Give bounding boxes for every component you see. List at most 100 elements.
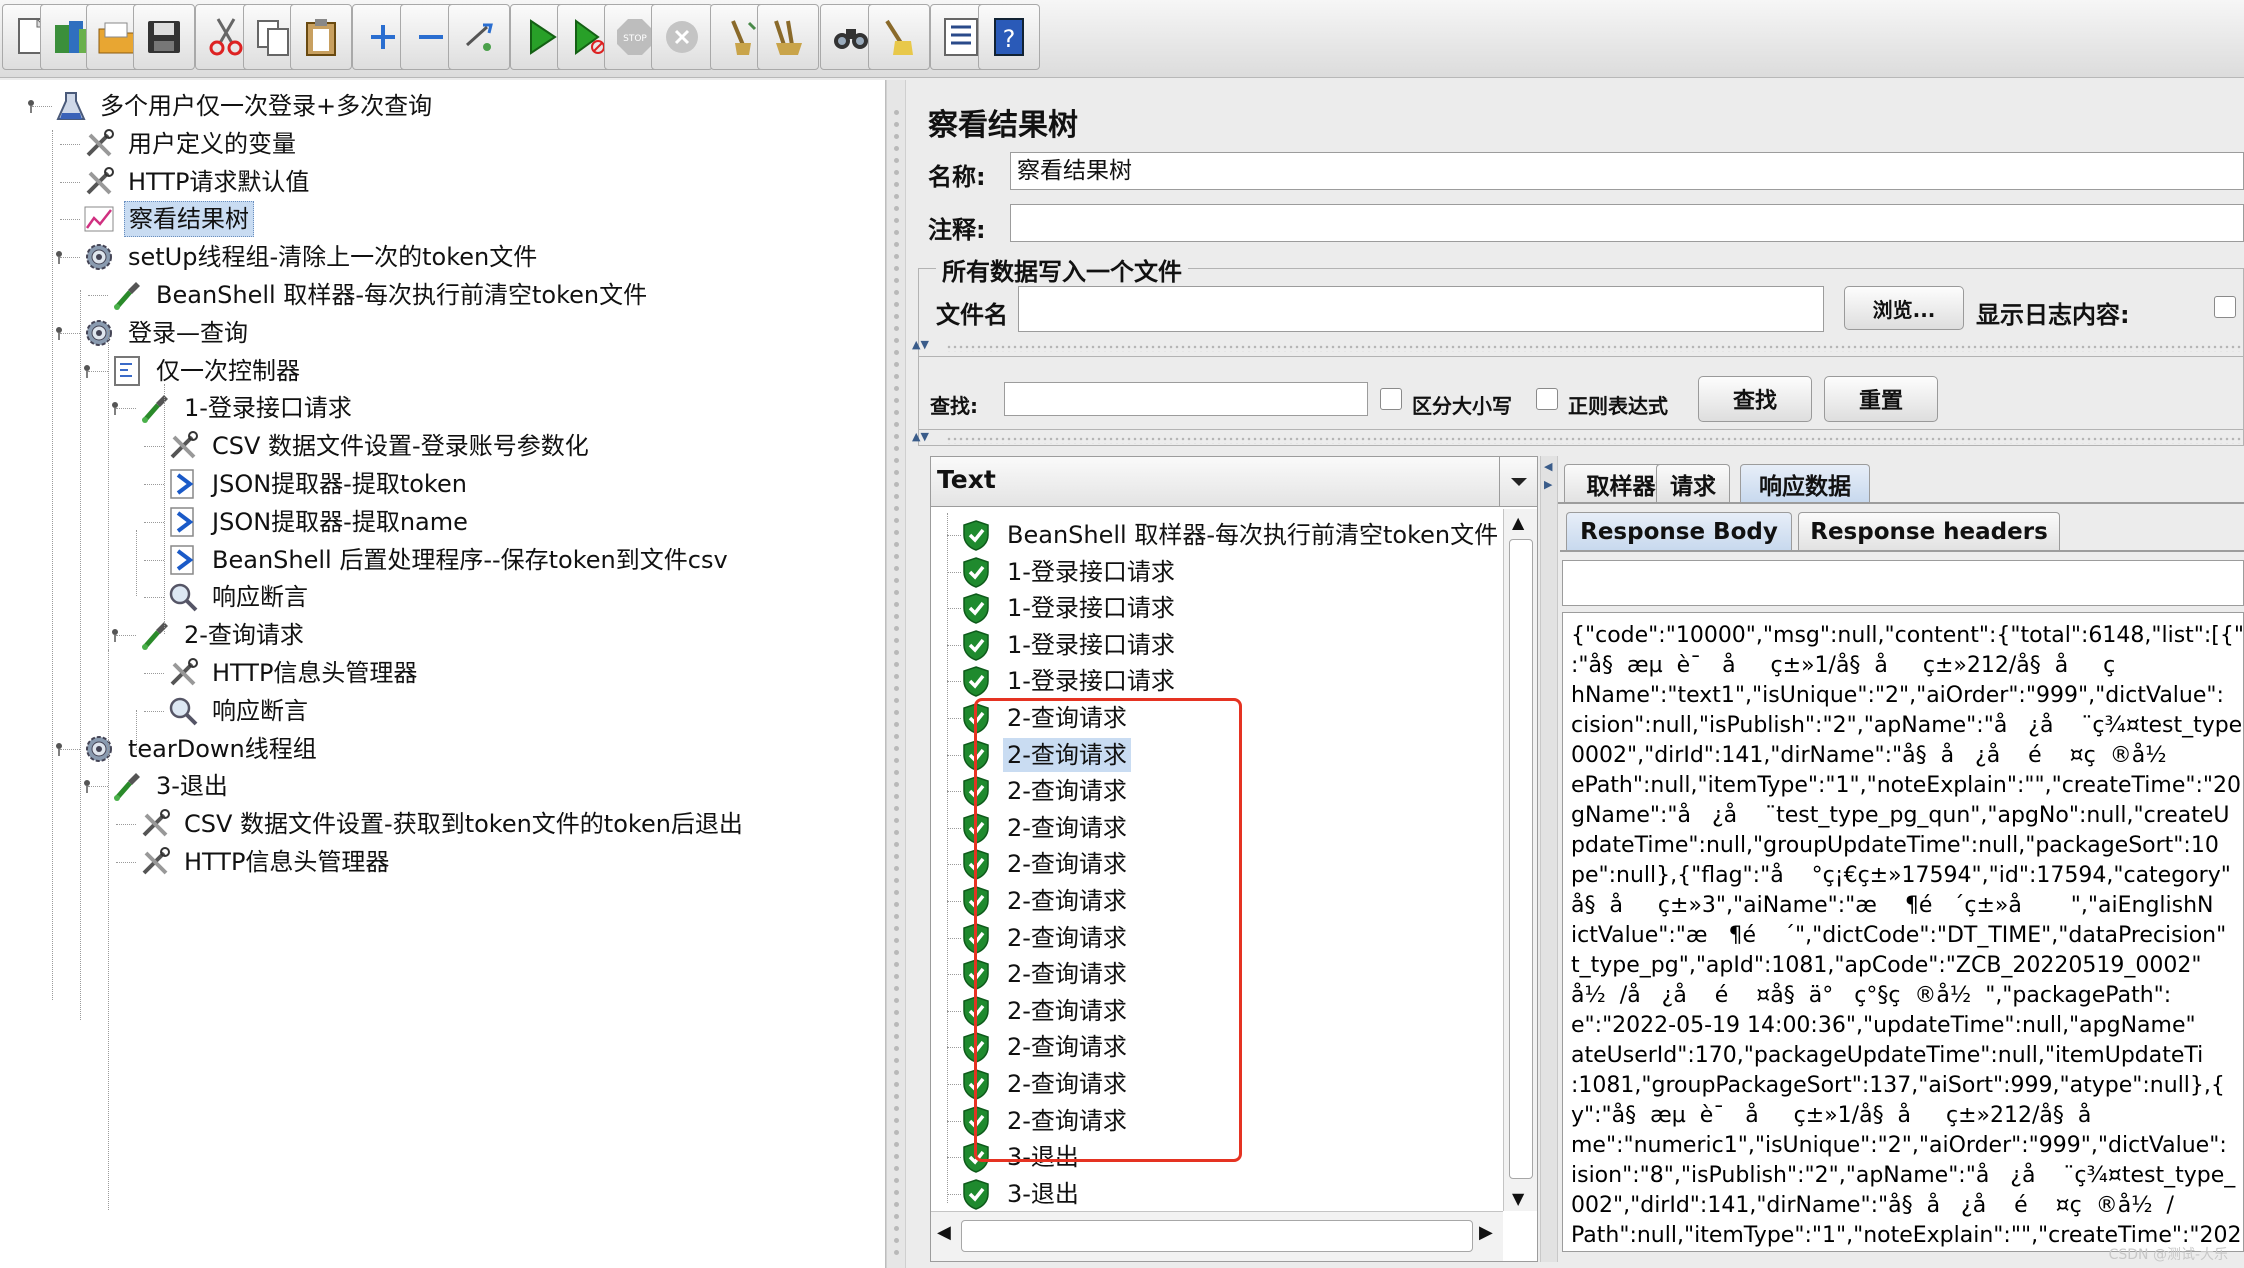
result-item[interactable]: 1-登录接口请求 — [961, 554, 1179, 590]
result-item[interactable]: 1-登录接口请求 — [961, 627, 1179, 663]
reset-button[interactable]: 重置 — [1824, 376, 1938, 422]
tree-toggle-icon[interactable] — [108, 627, 122, 643]
result-item-label: 1-登录接口请求 — [1007, 594, 1175, 623]
watermark: CSDN @测试-大乐 — [2108, 1247, 2228, 1263]
response-line: me":"numeric1","isUnique":"2","aiOrder":… — [1571, 1133, 2227, 1158]
tree-node-label: setUp线程组-清除上一次的token文件 — [128, 243, 538, 272]
tree-node-label: tearDown线程组 — [128, 734, 317, 763]
browse-button[interactable]: 浏览... — [1844, 286, 1964, 330]
result-item[interactable]: 1-登录接口请求 — [961, 663, 1179, 699]
collapse-left-icon[interactable]: ◀ — [1544, 460, 1552, 473]
scroll-up-icon[interactable]: ▲ — [1512, 513, 1524, 532]
function-helper-icon — [944, 18, 978, 56]
tree-node[interactable]: setUp线程组-清除上一次的token文件 — [82, 239, 541, 275]
tree-node[interactable]: BeanShell 取样器-每次执行前清空token文件 — [110, 277, 651, 313]
save-icon — [148, 21, 180, 53]
regex-checkbox[interactable] — [1536, 388, 1558, 410]
splitter-grip — [946, 344, 2244, 352]
gear-icon — [82, 316, 116, 350]
renderer-select[interactable]: Text — [931, 457, 1537, 507]
tree-node[interactable]: 仅一次控制器 — [110, 353, 304, 389]
help-button[interactable]: ? — [978, 4, 1040, 70]
response-line: 002","dirId":141,"dirName":"å§ å ¿å é ¤ç… — [1571, 1193, 2174, 1218]
test-plan-icon — [54, 89, 88, 123]
wrench-icon — [138, 807, 172, 841]
toggle-button[interactable] — [448, 4, 510, 70]
tab-response-headers[interactable]: Response headers — [1798, 512, 2060, 550]
collapse-icon — [419, 35, 443, 39]
clear-all-button[interactable] — [757, 4, 819, 70]
paste-button[interactable] — [290, 4, 352, 70]
comment-field[interactable] — [1010, 204, 2244, 242]
tab-response-body[interactable]: Response Body — [1566, 512, 1792, 550]
tree-node[interactable]: JSON提取器-提取name — [166, 504, 472, 540]
result-vertical-scrollbar[interactable]: ▲ ▼ — [1503, 509, 1537, 1211]
tree-node-label: JSON提取器-提取name — [212, 507, 468, 536]
shutdown-icon — [666, 21, 698, 53]
filename-label: 文件名 — [936, 301, 1008, 329]
main-toolbar: STOP ? — [0, 0, 2244, 78]
tree-node[interactable]: 响应断言 — [166, 693, 312, 729]
response-line: e":"2022-05-19 14:00:36","updateTime":nu… — [1571, 1013, 2196, 1038]
tree-node[interactable]: 1-登录接口请求 — [138, 390, 356, 426]
splitter-arrows-icon[interactable]: ▲▼ — [912, 338, 929, 351]
tree-toggle-icon[interactable] — [52, 325, 66, 340]
tree-node[interactable]: 多个用户仅一次登录+多次查询 — [54, 88, 436, 124]
tab-response-data[interactable]: 响应数据 — [1740, 464, 1870, 502]
save-button[interactable] — [133, 4, 195, 70]
tab-request[interactable]: 请求 — [1656, 464, 1730, 502]
scroll-thumb[interactable] — [1509, 539, 1533, 1179]
log-display-checkbox[interactable] — [2214, 296, 2236, 318]
tree-toggle-icon[interactable] — [52, 741, 66, 756]
tree-node[interactable]: 响应断言 — [166, 579, 312, 615]
tree-node[interactable]: HTTP信息头管理器 — [166, 655, 421, 691]
reset-search-button[interactable] — [868, 4, 930, 70]
test-plan-tree[interactable]: 多个用户仅一次登录+多次查询 用户定义的变量 HTTP请求默认值 察看结果树 setUp… — [0, 80, 886, 1268]
panel-title: 察看结果树 — [928, 108, 1078, 143]
case-sensitive-checkbox[interactable] — [1380, 388, 1402, 410]
result-split-divider[interactable]: ◀ ▶ — [1540, 456, 1558, 1262]
filename-field[interactable] — [1018, 286, 1824, 332]
result-item[interactable]: BeanShell 取样器-每次执行前清空token文件 — [961, 517, 1502, 553]
tree-node[interactable]: 用户定义的变量 — [82, 126, 300, 162]
response-search-field[interactable] — [1562, 560, 2244, 606]
split-pane-divider[interactable] — [886, 80, 906, 1268]
tree-node[interactable]: 察看结果树 — [82, 201, 254, 238]
scroll-left-icon[interactable]: ◀ — [937, 1222, 951, 1243]
extractor-icon — [166, 505, 200, 539]
name-field[interactable]: 察看结果树 — [1010, 152, 2244, 190]
svg-text:?: ? — [1003, 25, 1016, 53]
result-horizontal-scrollbar[interactable]: ◀ ▶ — [931, 1211, 1503, 1261]
tree-toggle-icon[interactable] — [24, 98, 38, 113]
scroll-right-icon[interactable]: ▶ — [1479, 1222, 1493, 1243]
search-field[interactable] — [1004, 382, 1368, 416]
result-item[interactable]: 3-退出 — [961, 1176, 1083, 1212]
tree-toggle-icon[interactable] — [52, 249, 66, 265]
chevron-down-icon[interactable] — [1499, 457, 1537, 506]
collapse-right-icon[interactable]: ▶ — [1544, 478, 1552, 491]
splitter-arrows-icon-2[interactable]: ▲▼ — [912, 430, 929, 443]
tree-toggle-icon[interactable] — [80, 363, 94, 378]
tree-toggle-icon[interactable] — [108, 400, 122, 416]
tree-node[interactable]: HTTP信息头管理器 — [138, 844, 393, 880]
h-scroll-thumb[interactable] — [961, 1220, 1473, 1252]
shutdown-button[interactable] — [651, 4, 713, 70]
extractor-icon — [166, 467, 200, 501]
response-body-text[interactable]: {"code":"10000","msg":null,"content":{"t… — [1562, 612, 2244, 1252]
response-line: gName":"å ¿å ¨test_type_pg_qun","apgNo":… — [1571, 803, 2230, 828]
result-item[interactable]: 1-登录接口请求 — [961, 590, 1179, 626]
tree-node[interactable]: BeanShell 后置处理程序--保存token到文件csv — [166, 542, 732, 578]
tree-toggle-icon[interactable] — [80, 778, 94, 794]
tree-node[interactable]: tearDown线程组 — [82, 731, 321, 767]
expand-icon — [371, 25, 395, 49]
tree-node[interactable]: CSV 数据文件设置-获取到token文件的token后退出 — [138, 806, 747, 842]
tree-node[interactable]: HTTP请求默认值 — [82, 164, 313, 200]
graph-icon — [82, 202, 116, 236]
tree-node-label: 响应断言 — [212, 583, 308, 612]
find-button[interactable]: 查找 — [1698, 376, 1812, 422]
tree-node[interactable]: 3-退出 — [110, 768, 232, 804]
response-line: å½ /å ¿å é ¤å§ ä° ç°§ç ®å½ ","packagePat… — [1571, 983, 2172, 1008]
tree-node[interactable]: CSV 数据文件设置-登录账号参数化 — [166, 428, 593, 464]
tree-node[interactable]: JSON提取器-提取token — [166, 466, 471, 502]
scroll-down-icon[interactable]: ▼ — [1512, 1189, 1524, 1208]
